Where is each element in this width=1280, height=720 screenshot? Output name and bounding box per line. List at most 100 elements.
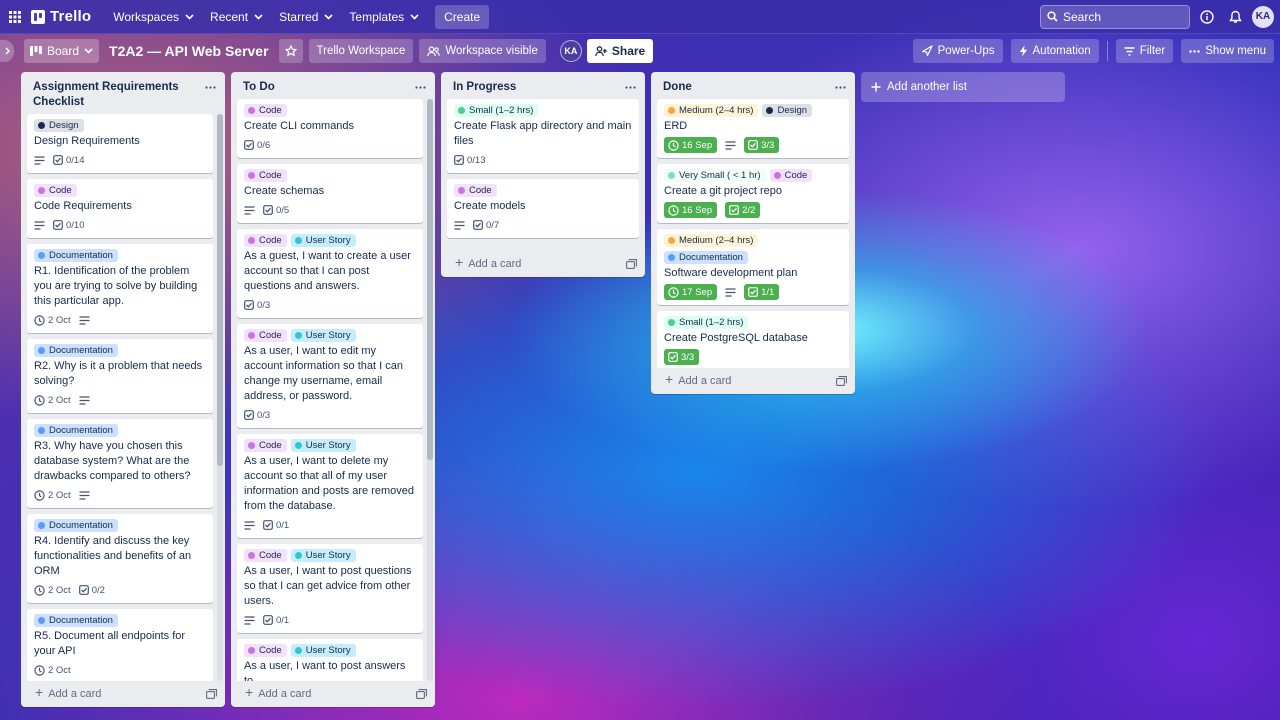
card[interactable]: Documentation R2. Why is it a problem tha… xyxy=(27,339,213,413)
due-date-badge[interactable]: 16 Sep xyxy=(664,202,718,218)
card[interactable]: Documentation R3. Why have you chosen thi… xyxy=(27,419,213,508)
share-button[interactable]: Share xyxy=(586,39,654,63)
card-label[interactable]: Code xyxy=(769,169,813,182)
search-input[interactable] xyxy=(1063,9,1183,24)
card-label[interactable]: Documentation xyxy=(34,614,118,627)
card-label[interactable]: Medium (2–4 hrs) xyxy=(664,234,759,247)
card[interactable]: Documentation R1. Identification of the p… xyxy=(27,244,213,333)
card-label[interactable]: Design xyxy=(762,104,813,117)
trello-logo[interactable]: Trello xyxy=(31,8,91,25)
card[interactable]: Medium (2–4 hrs) Documentation Software de… xyxy=(657,229,849,305)
card-label[interactable]: Medium (2–4 hrs) xyxy=(664,104,759,117)
add-card-button[interactable]: + Add a card xyxy=(245,685,416,700)
card-label[interactable]: Design xyxy=(34,119,84,132)
list-title[interactable]: In Progress xyxy=(453,80,621,95)
card-label[interactable]: User Story xyxy=(290,234,356,247)
starred-menu[interactable]: Starred xyxy=(271,3,341,31)
add-card-button[interactable]: + Add a card xyxy=(455,255,626,270)
card-label[interactable]: Code xyxy=(454,184,497,197)
card-label[interactable]: Code xyxy=(34,184,77,197)
card[interactable]: Code User Story As a guest, I want to crea… xyxy=(237,229,423,318)
list-menu-button[interactable] xyxy=(411,80,429,94)
show-menu-button[interactable]: Show menu xyxy=(1181,39,1274,63)
card-template-icon[interactable] xyxy=(626,258,637,269)
card[interactable]: Documentation R4. Identify and discuss th… xyxy=(27,514,213,603)
due-date-badge[interactable]: 2 Oct xyxy=(34,487,71,503)
card[interactable]: Very Small ( < 1 hr) Code Create a git pro… xyxy=(657,164,849,223)
card-label[interactable]: Documentation xyxy=(34,519,118,532)
list-menu-button[interactable] xyxy=(621,80,639,94)
filter-button[interactable]: Filter xyxy=(1115,39,1174,63)
card[interactable]: Design Design Requirements 0/14 xyxy=(27,114,213,173)
card-label[interactable]: Code xyxy=(244,549,287,562)
card[interactable]: Code User Story As a user, I want to post … xyxy=(237,544,423,633)
due-date-badge[interactable]: 2 Oct xyxy=(34,662,71,678)
card[interactable]: Medium (2–4 hrs) Design ERD 16 Sep 3/3 xyxy=(657,99,849,158)
card[interactable]: Code Create CLI commands 0/6 xyxy=(237,99,423,158)
automation-button[interactable]: Automation xyxy=(1010,39,1099,63)
card[interactable]: Code User Story As a user, I want to delet… xyxy=(237,434,423,538)
templates-menu[interactable]: Templates xyxy=(341,3,427,31)
sidebar-toggle-button[interactable] xyxy=(0,40,14,62)
apps-grid-icon[interactable] xyxy=(8,10,22,24)
card[interactable]: Code User Story As a user, I want to post … xyxy=(237,639,423,681)
card-label[interactable]: User Story xyxy=(290,439,356,452)
card[interactable]: Small (1–2 hrs) Create Flask app director… xyxy=(447,99,639,173)
workspaces-menu[interactable]: Workspaces xyxy=(105,3,202,31)
list-title[interactable]: Done xyxy=(663,80,831,95)
card[interactable]: Documentation R5. Document all endpoints … xyxy=(27,609,213,681)
info-icon[interactable] xyxy=(1196,6,1218,28)
card-label[interactable]: User Story xyxy=(290,329,356,342)
due-date-badge[interactable]: 16 Sep xyxy=(664,137,718,153)
card-label[interactable]: Documentation xyxy=(664,251,748,264)
recent-menu[interactable]: Recent xyxy=(202,3,271,31)
list-title[interactable]: Assignment Requirements Checklist xyxy=(33,80,201,110)
card-label[interactable]: Code xyxy=(244,329,287,342)
list-menu-button[interactable] xyxy=(201,80,219,94)
star-board-button[interactable] xyxy=(278,39,303,63)
card[interactable]: Small (1–2 hrs) Create PostgreSQL databas… xyxy=(657,311,849,368)
card[interactable]: Code Create schemas 0/5 xyxy=(237,164,423,223)
list-scrollbar[interactable] xyxy=(217,114,223,681)
power-ups-button[interactable]: Power-Ups xyxy=(912,39,1003,63)
visibility-button[interactable]: Workspace visible xyxy=(419,39,546,63)
card-label[interactable]: User Story xyxy=(290,549,356,562)
card-label[interactable]: Small (1–2 hrs) xyxy=(664,316,749,329)
card[interactable]: Code Code Requirements 0/10 xyxy=(27,179,213,238)
scrollbar-thumb[interactable] xyxy=(427,99,433,460)
card-label[interactable]: Code xyxy=(244,169,287,182)
search-box[interactable] xyxy=(1040,4,1190,29)
due-date-badge[interactable]: 2 Oct xyxy=(34,582,71,598)
card-template-icon[interactable] xyxy=(416,688,427,699)
card-label[interactable]: Documentation xyxy=(34,344,118,357)
card-label[interactable]: Small (1–2 hrs) xyxy=(454,104,539,117)
card-template-icon[interactable] xyxy=(836,375,847,386)
list-scrollbar[interactable] xyxy=(427,99,433,681)
list-menu-button[interactable] xyxy=(831,80,849,94)
due-date-badge[interactable]: 17 Sep xyxy=(664,284,718,300)
card-label[interactable]: Documentation xyxy=(34,424,118,437)
card-label[interactable]: Very Small ( < 1 hr) xyxy=(664,169,766,182)
card-template-icon[interactable] xyxy=(206,688,217,699)
scrollbar-thumb[interactable] xyxy=(217,114,223,466)
user-avatar[interactable]: KA xyxy=(1252,5,1274,28)
workspace-button[interactable]: Trello Workspace xyxy=(308,39,414,63)
card-label[interactable]: Code xyxy=(244,439,287,452)
bell-icon[interactable] xyxy=(1224,6,1246,28)
card-label[interactable]: Code xyxy=(244,104,287,117)
create-button[interactable]: Create xyxy=(435,4,490,29)
board-title[interactable]: T2A2 — API Web Server xyxy=(109,43,269,59)
add-card-button[interactable]: + Add a card xyxy=(665,372,836,387)
add-card-button[interactable]: + Add a card xyxy=(35,685,206,700)
card[interactable]: Code Create models 0/7 xyxy=(447,179,639,238)
card-label[interactable]: Documentation xyxy=(34,249,118,262)
card[interactable]: Code User Story As a user, I want to edit … xyxy=(237,324,423,428)
due-date-badge[interactable]: 2 Oct xyxy=(34,392,71,408)
list-title[interactable]: To Do xyxy=(243,80,411,95)
add-another-list-button[interactable]: Add another list xyxy=(861,72,1065,102)
card-label[interactable]: User Story xyxy=(290,644,356,657)
board-view-switcher[interactable]: Board xyxy=(24,39,100,63)
board-member-avatar[interactable]: KA xyxy=(559,40,582,62)
due-date-badge[interactable]: 2 Oct xyxy=(34,312,71,328)
card-label[interactable]: Code xyxy=(244,644,287,657)
